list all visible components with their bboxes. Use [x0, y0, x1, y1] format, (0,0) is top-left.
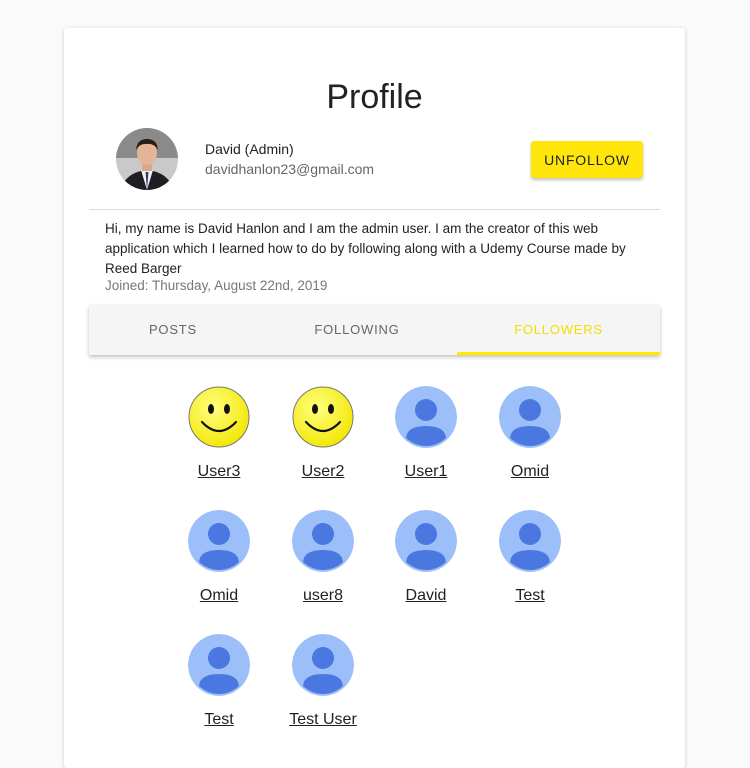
follower-name-link[interactable]: Test User: [271, 711, 375, 729]
unfollow-button[interactable]: UNFOLLOW: [531, 141, 643, 178]
tab-followers[interactable]: FOLLOWERS: [457, 305, 660, 355]
profile-name: David (Admin): [205, 141, 294, 157]
default-user-icon[interactable]: [188, 510, 250, 572]
joined-date: Joined: Thursday, August 22nd, 2019: [105, 278, 328, 293]
default-user-icon[interactable]: [395, 386, 457, 448]
follower-name-link[interactable]: Omid: [167, 587, 271, 605]
page-title: Profile: [326, 78, 423, 116]
profile-bio: Hi, my name is David Hanlon and I am the…: [105, 221, 626, 276]
profile-avatar: [116, 128, 178, 190]
active-tab-indicator: [457, 352, 660, 355]
default-user-icon[interactable]: [499, 510, 561, 572]
follower-name-link[interactable]: user8: [271, 587, 375, 605]
follower-name-link[interactable]: Test: [478, 587, 582, 605]
default-user-icon[interactable]: [188, 634, 250, 696]
follower-name-link[interactable]: David: [374, 587, 478, 605]
follower-name-link[interactable]: Test: [167, 711, 271, 729]
default-user-icon[interactable]: [292, 634, 354, 696]
tab-posts[interactable]: POSTS: [89, 305, 257, 355]
follower-name-link[interactable]: User3: [167, 463, 271, 481]
default-user-icon[interactable]: [395, 510, 457, 572]
profile-card: Profile David (Admin) davidhanlon23@gmai…: [64, 28, 685, 768]
follower-name-link[interactable]: User2: [271, 463, 375, 481]
follower-name-link[interactable]: User1: [374, 463, 478, 481]
tab-following[interactable]: FOLLOWING: [257, 305, 457, 355]
smiley-icon[interactable]: [292, 386, 354, 448]
divider: [89, 209, 660, 210]
smiley-icon[interactable]: [188, 386, 250, 448]
follower-name-link[interactable]: Omid: [478, 463, 582, 481]
default-user-icon[interactable]: [499, 386, 561, 448]
profile-email: davidhanlon23@gmail.com: [205, 161, 375, 177]
profile-tabs: POSTS FOLLOWING FOLLOWERS: [89, 305, 660, 355]
default-user-icon[interactable]: [292, 510, 354, 572]
